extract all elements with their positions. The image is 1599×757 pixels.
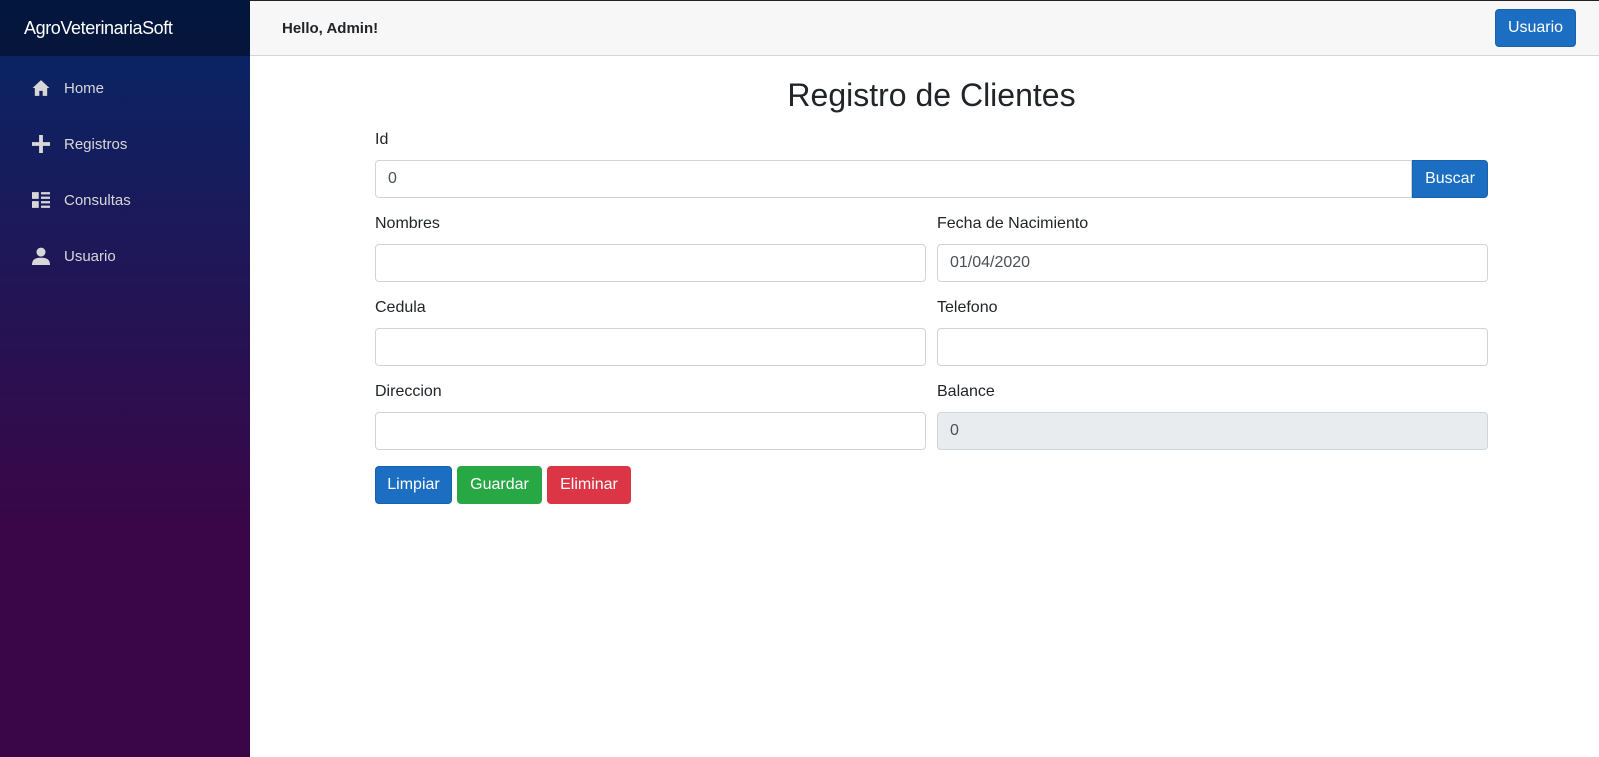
id-label: Id: [375, 131, 389, 148]
telefono-input[interactable]: [937, 328, 1488, 366]
person-icon: [32, 247, 50, 265]
cedula-group: Cedula: [375, 296, 926, 366]
sidebar-item-label: Consultas: [64, 191, 131, 209]
user-button[interactable]: Usuario: [1495, 9, 1576, 47]
balance-input: 0: [937, 412, 1488, 450]
top-bar: Hello, Admin! Usuario: [250, 0, 1599, 56]
balance-group: Balance 0: [937, 380, 1488, 450]
nombres-input[interactable]: [375, 244, 926, 282]
id-input[interactable]: 0: [375, 160, 1412, 198]
sidebar: AgroVeterinariaSoft Home Registros Consu…: [0, 0, 250, 757]
telefono-group: Telefono: [937, 296, 1488, 366]
page-title: Registro de Clientes: [787, 77, 1076, 113]
fecha-label: Fecha de Nacimiento: [937, 215, 1089, 232]
main-content: Registro de Clientes Id 0 Buscar Nombres…: [375, 56, 1488, 504]
sidebar-item-label: Registros: [64, 135, 128, 153]
telefono-label: Telefono: [937, 299, 998, 316]
eliminar-button[interactable]: Eliminar: [547, 466, 631, 504]
list-icon: [32, 191, 50, 209]
sidebar-item-label: Usuario: [64, 247, 116, 265]
sidebar-nav: Home Registros Consultas Usuario: [0, 56, 250, 284]
limpiar-button[interactable]: Limpiar: [375, 466, 452, 504]
direccion-input[interactable]: [375, 412, 926, 450]
balance-label: Balance: [937, 383, 995, 400]
guardar-button[interactable]: Guardar: [457, 466, 542, 504]
plus-icon: [32, 135, 50, 153]
sidebar-item-consultas[interactable]: Consultas: [0, 172, 250, 228]
id-group: Id 0 Buscar: [375, 128, 1488, 198]
sidebar-item-registros[interactable]: Registros: [0, 116, 250, 172]
fecha-nacimiento-input[interactable]: 01/04/2020: [937, 244, 1488, 282]
sidebar-item-home[interactable]: Home: [0, 60, 250, 116]
search-button[interactable]: Buscar: [1412, 160, 1488, 198]
fecha-group: Fecha de Nacimiento 01/04/2020: [937, 212, 1488, 282]
sidebar-item-usuario[interactable]: Usuario: [0, 228, 250, 284]
cedula-input[interactable]: [375, 328, 926, 366]
app-brand[interactable]: AgroVeterinariaSoft: [0, 0, 250, 56]
form-actions: Limpiar Guardar Eliminar: [375, 466, 1488, 504]
direccion-label: Direccion: [375, 383, 442, 400]
nombres-group: Nombres: [375, 212, 926, 282]
sidebar-item-label: Home: [64, 79, 105, 97]
nombres-label: Nombres: [375, 215, 440, 232]
home-icon: [32, 79, 50, 97]
greeting: Hello, Admin!: [282, 19, 379, 37]
direccion-group: Direccion: [375, 380, 926, 450]
cedula-label: Cedula: [375, 299, 426, 316]
